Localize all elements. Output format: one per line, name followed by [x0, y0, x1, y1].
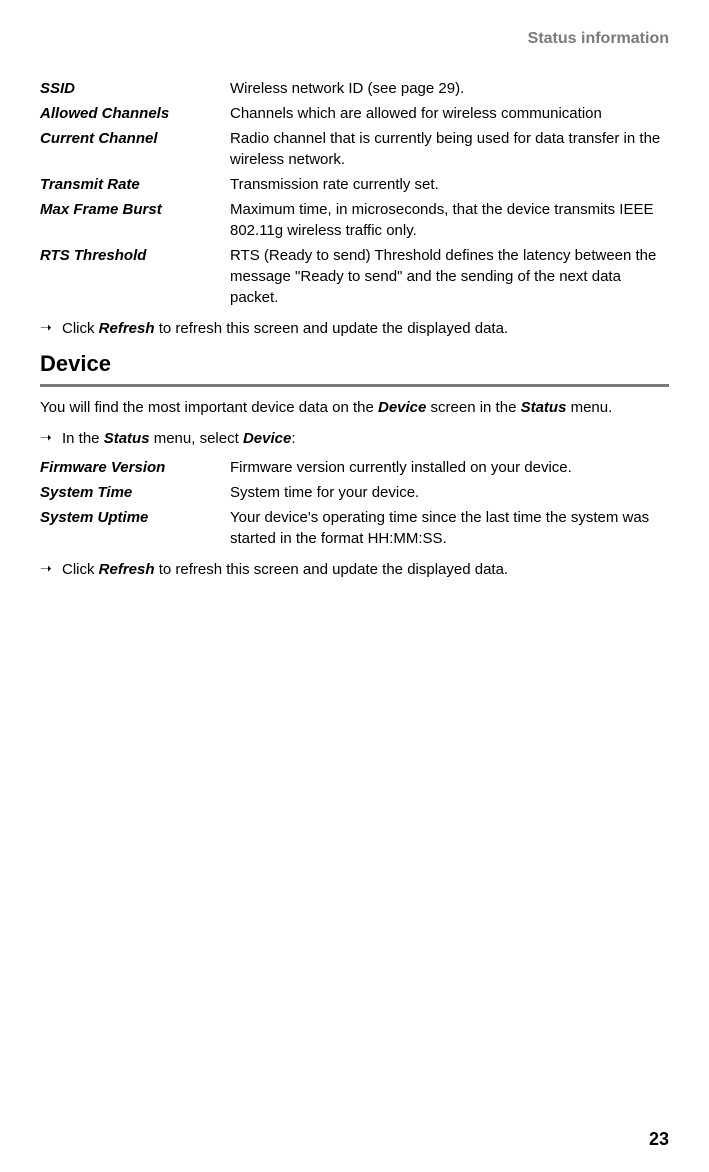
- def-value: Channels which are allowed for wireless …: [230, 103, 669, 124]
- text: In the: [62, 430, 104, 447]
- def-value: Wireless network ID (see page 29).: [230, 78, 669, 99]
- refresh-label: Refresh: [99, 320, 155, 337]
- instruction-text: In the Status menu, select Device:: [62, 428, 669, 449]
- instruction-row: ➝ Click Refresh to refresh this screen a…: [40, 559, 669, 580]
- def-value: Firmware version currently installed on …: [230, 457, 669, 478]
- def-label: Transmit Rate: [40, 174, 230, 195]
- def-label: Max Frame Burst: [40, 199, 230, 241]
- def-row: System Uptime Your device's operating ti…: [40, 507, 669, 549]
- intro-paragraph: You will find the most important device …: [40, 397, 669, 418]
- text-bold: Device: [243, 430, 291, 447]
- refresh-label: Refresh: [99, 561, 155, 578]
- text-bold: Device: [378, 399, 426, 416]
- text: Click: [62, 320, 99, 337]
- section-heading: Device: [40, 349, 669, 380]
- text: menu.: [566, 399, 612, 416]
- instruction-text: Click Refresh to refresh this screen and…: [62, 559, 669, 580]
- definitions-group-1: SSID Wireless network ID (see page 29). …: [40, 78, 669, 308]
- instruction-text: Click Refresh to refresh this screen and…: [62, 318, 669, 339]
- def-value: RTS (Ready to send) Threshold defines th…: [230, 245, 669, 308]
- arrow-icon: ➝: [40, 318, 62, 338]
- instruction-row: ➝ Click Refresh to refresh this screen a…: [40, 318, 669, 339]
- def-row: RTS Threshold RTS (Ready to send) Thresh…: [40, 245, 669, 308]
- def-label: Current Channel: [40, 128, 230, 170]
- def-row: Firmware Version Firmware version curren…: [40, 457, 669, 478]
- def-value: Radio channel that is currently being us…: [230, 128, 669, 170]
- def-row: SSID Wireless network ID (see page 29).: [40, 78, 669, 99]
- definitions-group-2: Firmware Version Firmware version curren…: [40, 457, 669, 549]
- text: Click: [62, 561, 99, 578]
- text: You will find the most important device …: [40, 399, 378, 416]
- text-bold: Status: [104, 430, 150, 447]
- def-label: RTS Threshold: [40, 245, 230, 308]
- text: to refresh this screen and update the di…: [155, 561, 509, 578]
- text: menu, select: [150, 430, 243, 447]
- def-value: Maximum time, in microseconds, that the …: [230, 199, 669, 241]
- text: screen in the: [426, 399, 520, 416]
- def-row: Transmit Rate Transmission rate currentl…: [40, 174, 669, 195]
- def-row: Max Frame Burst Maximum time, in microse…: [40, 199, 669, 241]
- def-row: Allowed Channels Channels which are allo…: [40, 103, 669, 124]
- def-label: Firmware Version: [40, 457, 230, 478]
- def-label: Allowed Channels: [40, 103, 230, 124]
- def-row: Current Channel Radio channel that is cu…: [40, 128, 669, 170]
- arrow-icon: ➝: [40, 428, 62, 448]
- section-rule: [40, 384, 669, 387]
- instruction-row: ➝ In the Status menu, select Device:: [40, 428, 669, 449]
- def-value: Your device's operating time since the l…: [230, 507, 669, 549]
- arrow-icon: ➝: [40, 559, 62, 579]
- def-label: System Time: [40, 482, 230, 503]
- text-bold: Status: [521, 399, 567, 416]
- text: to refresh this screen and update the di…: [155, 320, 509, 337]
- def-label: SSID: [40, 78, 230, 99]
- def-row: System Time System time for your device.: [40, 482, 669, 503]
- page-number: 23: [649, 1127, 669, 1152]
- def-label: System Uptime: [40, 507, 230, 549]
- page-header: Status information: [40, 28, 669, 50]
- def-value: System time for your device.: [230, 482, 669, 503]
- def-value: Transmission rate currently set.: [230, 174, 669, 195]
- text: :: [291, 430, 295, 447]
